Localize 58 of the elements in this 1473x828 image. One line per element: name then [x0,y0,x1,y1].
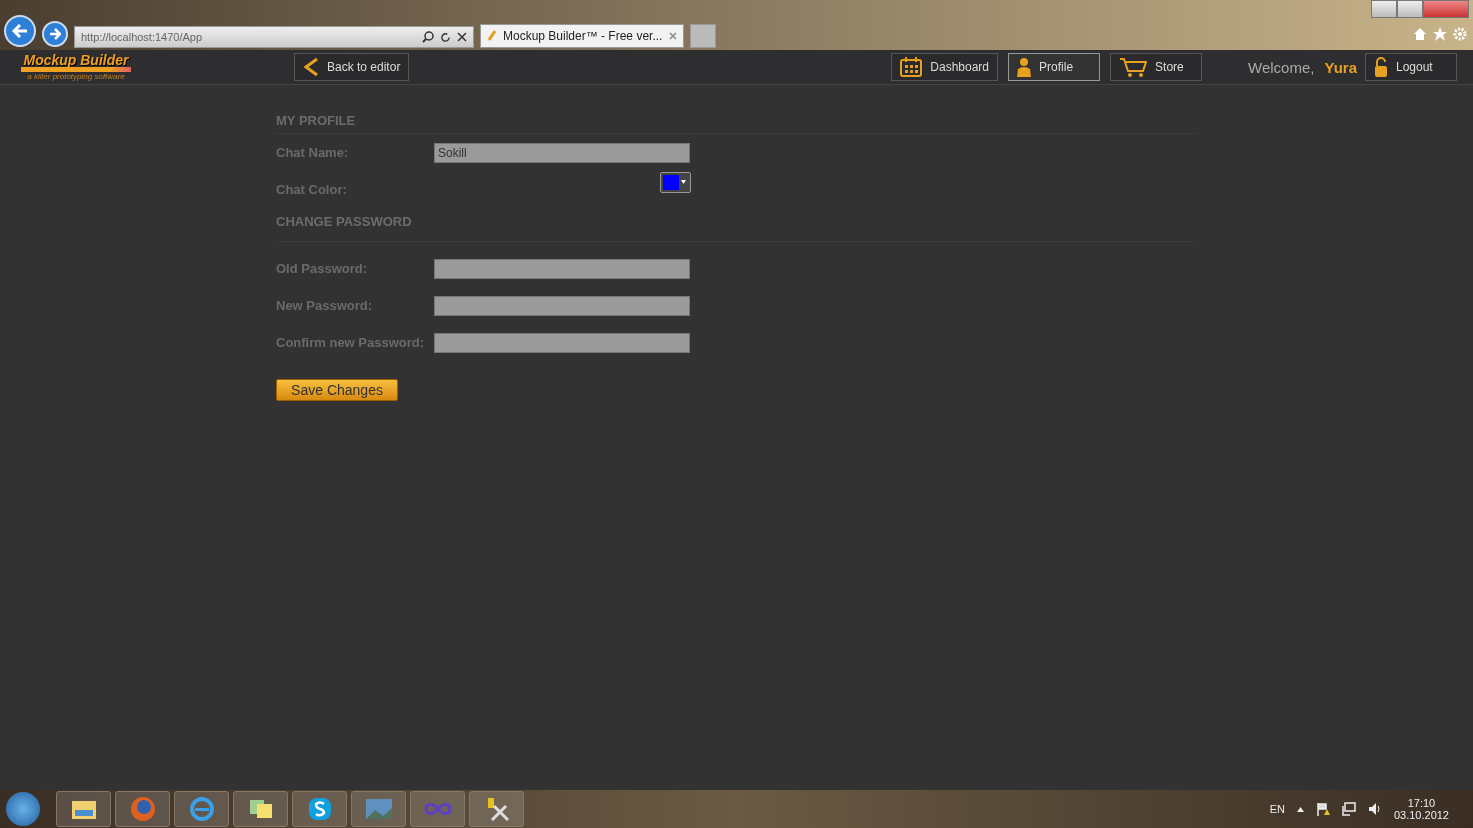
nav-tab[interactable]: Dashboard [891,53,999,81]
address-bar[interactable]: http://localhost:1470/App [74,26,474,48]
taskbar-app[interactable] [469,791,524,827]
star-icon[interactable] [1433,27,1447,41]
speaker-icon[interactable] [1367,802,1382,816]
maximize-button[interactable] [1397,0,1423,18]
forward-button[interactable] [42,21,68,47]
password-field[interactable] [434,258,690,279]
field-label: New Password: [276,298,374,313]
arrow-left-icon [12,24,28,38]
section-heading: MY PROFILE [276,113,1196,134]
notes-icon [247,798,274,820]
arrow-right-icon [49,28,61,40]
infinity-icon [423,802,452,816]
start-button[interactable] [6,792,40,826]
folder-icon [70,798,97,820]
letter-s-icon [307,797,332,821]
chevron-left-icon [303,57,319,77]
caret-up-icon[interactable] [1296,806,1304,812]
taskbar-app[interactable] [56,791,111,827]
section-heading: CHANGE PASSWORD [276,214,413,231]
taskbar-app[interactable] [233,791,288,827]
search-icon [422,31,434,43]
language-indicator[interactable]: EN [1269,803,1285,815]
taskbar-app[interactable] [292,791,347,827]
nav-tab[interactable]: Store [1110,53,1203,81]
nav-tab[interactable]: Profile [1008,53,1101,81]
refresh-icon [440,31,451,43]
close-icon [457,32,467,42]
save-changes-button[interactable]: Save Changes [276,379,398,401]
picture-icon [364,798,393,820]
password-field[interactable] [434,295,690,316]
password-field[interactable] [434,332,690,353]
field-label: Old Password: [276,261,369,276]
caret-icon [681,180,686,184]
app-logo: Mockup Builder a killer prototyping software [20,53,132,81]
flag-icon[interactable] [1315,802,1330,816]
field-label: Chat Color: [276,182,348,197]
field-label: Chat Name: [276,145,350,160]
field-label: Confirm new Password: [276,335,426,350]
person-icon [1017,57,1032,77]
padlock-icon [1374,57,1388,77]
user-name: Yura [1324,58,1357,76]
network-icon[interactable] [1341,802,1356,816]
color-picker[interactable] [660,171,691,193]
minimize-button[interactable] [1371,0,1397,18]
browser-tab[interactable]: Mockup Builder™ - Free ver... [480,24,684,48]
close-icon [669,32,677,40]
pencil-icon [487,30,497,42]
back-button[interactable] [4,15,36,47]
welcome-text: Welcome, [1248,58,1315,76]
calendar-icon [900,57,923,77]
chat-name-field[interactable]: Sokill [434,142,690,163]
cart-icon [1119,57,1148,77]
clock[interactable]: 17:10 03.10.2012 [1393,797,1449,821]
back-to-editor-button[interactable]: Back to editor [294,53,410,81]
logout-button[interactable]: Logout [1365,53,1457,81]
globe-icon [129,796,156,822]
